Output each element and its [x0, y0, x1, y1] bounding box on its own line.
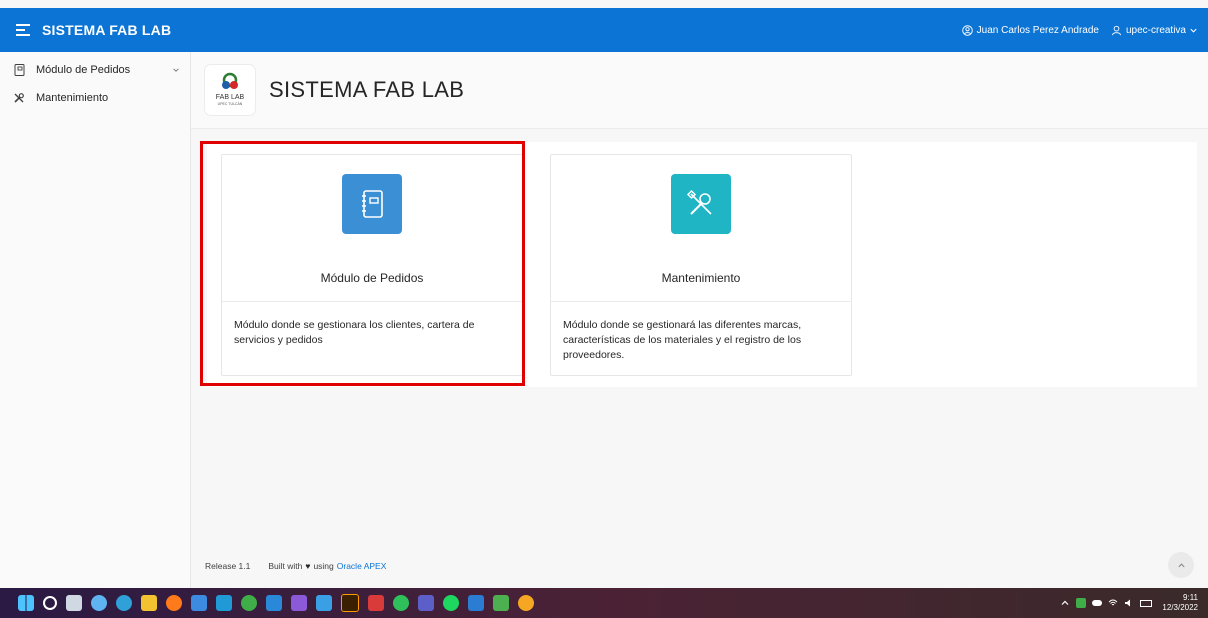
volume-icon[interactable] — [1124, 598, 1134, 608]
system-tray: 9:11 12/3/2022 — [1054, 593, 1198, 613]
cloud-icon[interactable] — [1092, 600, 1103, 606]
user-circle-icon — [961, 24, 973, 36]
chevron-up-icon[interactable] — [1060, 598, 1070, 608]
footer: Release 1.1 Built with ♥ using Oracle AP… — [191, 544, 1208, 588]
hero-region: FAB LAB UPEC TULCÁN SISTEMA FAB LAB — [191, 52, 1208, 129]
illustrator-icon[interactable] — [341, 594, 359, 612]
card-icon — [671, 174, 731, 234]
sidebar-item-mantenimiento[interactable]: Mantenimiento — [0, 84, 190, 112]
app-orange-icon[interactable] — [518, 595, 534, 611]
using-label: using — [313, 561, 334, 571]
person-icon — [1111, 25, 1122, 35]
tools-icon — [12, 92, 26, 104]
notebook-icon — [362, 190, 383, 218]
onedrive-icon[interactable] — [91, 595, 107, 611]
main-content: FAB LAB UPEC TULCÁN SISTEMA FAB LAB Módu… — [191, 52, 1208, 588]
visual-studio-icon[interactable] — [291, 595, 307, 611]
word-icon[interactable] — [468, 595, 484, 611]
app-green-icon[interactable] — [493, 595, 509, 611]
xbox-icon[interactable] — [241, 595, 257, 611]
task-view-icon[interactable] — [66, 595, 82, 611]
notebook-icon — [12, 64, 26, 76]
clock[interactable]: 9:11 12/3/2022 — [1162, 593, 1198, 613]
workspace-menu[interactable]: upec-creativa — [1111, 25, 1198, 36]
whatsapp-icon[interactable] — [393, 595, 409, 611]
app-tray-icon[interactable] — [1076, 598, 1087, 608]
sidebar: Módulo de Pedidos Mantenimiento — [0, 52, 191, 588]
chevron-up-icon — [1177, 562, 1185, 567]
wifi-icon[interactable] — [1108, 598, 1118, 608]
card-title: Módulo de Pedidos — [320, 271, 424, 285]
app-title[interactable]: SISTEMA FAB LAB — [42, 22, 171, 38]
edge-icon[interactable] — [116, 595, 132, 611]
app-red-icon[interactable] — [368, 595, 384, 611]
logo-text: FAB LAB — [216, 94, 245, 101]
teams-icon[interactable] — [418, 595, 434, 611]
built-with-label: Built with — [268, 561, 303, 571]
top-navigation-bar: SISTEMA FAB LAB Juan Carlos Perez Andrad… — [0, 8, 1208, 52]
clock-date: 12/3/2022 — [1162, 603, 1198, 612]
heart-icon: ♥ — [305, 561, 311, 571]
sidebar-item-modulo-pedidos[interactable]: Módulo de Pedidos — [0, 56, 190, 84]
workspace-name: upec-creativa — [1125, 24, 1186, 36]
tools-icon — [686, 189, 712, 215]
logo-subtext: UPEC TULCÁN — [218, 102, 243, 106]
fab-lab-logo-icon: FAB LAB UPEC TULCÁN — [216, 72, 245, 106]
chevron-down-icon — [1190, 28, 1197, 33]
card-description: Módulo donde se gestionará las diferente… — [563, 319, 802, 361]
battery-icon[interactable] — [1140, 599, 1153, 607]
app-l-icon[interactable] — [216, 595, 232, 611]
cards-region: Módulo de Pedidos Módulo donde se gestio… — [207, 142, 1197, 387]
release-label: Release 1.1 — [205, 561, 251, 571]
card-modulo-pedidos[interactable]: Módulo de Pedidos Módulo donde se gestio… — [221, 154, 523, 376]
chat-icon[interactable] — [191, 595, 207, 611]
vscode-icon[interactable] — [266, 595, 282, 611]
card-title: Mantenimiento — [661, 271, 741, 285]
chevron-down-icon[interactable] — [172, 66, 180, 74]
3d-object-icon[interactable] — [316, 595, 332, 611]
card-description: Módulo donde se gestionara los clientes,… — [234, 319, 475, 346]
os-taskbar: 9:11 12/3/2022 — [0, 588, 1208, 618]
file-explorer-icon[interactable] — [141, 595, 157, 611]
card-mantenimiento[interactable]: Mantenimiento Módulo donde se gestionará… — [550, 154, 852, 376]
oracle-apex-link[interactable]: Oracle APEX — [337, 561, 387, 571]
start-icon[interactable] — [18, 595, 34, 611]
search-icon[interactable] — [43, 596, 57, 610]
fab-lab-logo: FAB LAB UPEC TULCÁN — [205, 65, 255, 115]
firefox-icon[interactable] — [166, 595, 182, 611]
page-title: SISTEMA FAB LAB — [269, 77, 465, 102]
spotify-icon[interactable] — [443, 595, 459, 611]
clock-time: 9:11 — [1183, 593, 1198, 602]
card-icon — [342, 174, 402, 234]
user-name: Juan Carlos Perez Andrade — [976, 24, 1099, 36]
user-menu[interactable]: Juan Carlos Perez Andrade — [961, 24, 1099, 36]
sidebar-item-label: Mantenimiento — [36, 92, 109, 104]
scroll-to-top-button[interactable] — [1168, 552, 1194, 578]
hamburger-icon — [16, 24, 30, 36]
sidebar-item-label: Módulo de Pedidos — [36, 64, 131, 76]
menu-toggle-button[interactable] — [14, 22, 32, 38]
